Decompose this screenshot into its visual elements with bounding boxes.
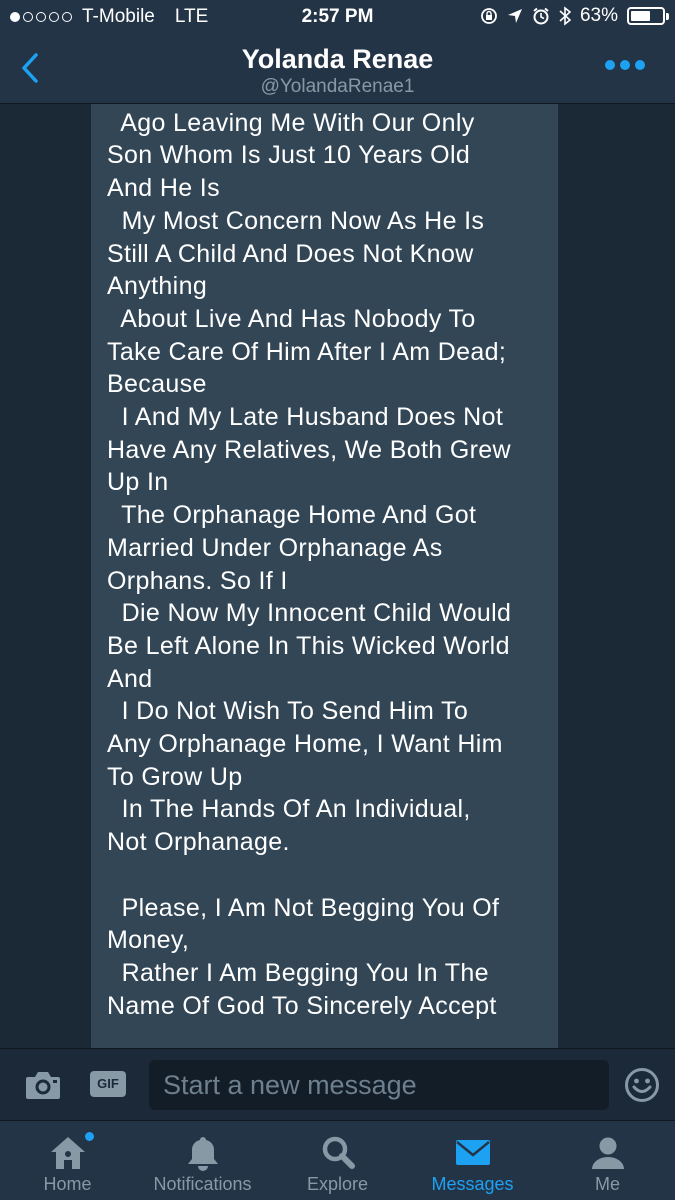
home-icon [50, 1137, 85, 1169]
tab-messages-label: Messages [431, 1174, 514, 1194]
message-text: Few Years Ago Leaving Me With Our Only S… [107, 108, 512, 1020]
person-icon [591, 1137, 624, 1169]
message-composer: GIF [0, 1048, 675, 1120]
bell-icon [187, 1137, 218, 1171]
search-icon [322, 1136, 355, 1169]
camera-icon[interactable] [24, 1068, 62, 1102]
conversation-title: Yolanda Renae [241, 44, 434, 74]
tab-home[interactable]: Home [0, 1121, 135, 1200]
envelope-icon [455, 1140, 490, 1165]
tab-notifications[interactable]: Notifications [135, 1121, 270, 1200]
tab-me[interactable]: Me [540, 1121, 675, 1200]
tab-explore-label: Explore [306, 1174, 369, 1194]
alarm-clock-icon [533, 7, 549, 25]
status-right: 63% [480, 5, 669, 27]
tab-explore[interactable]: Explore [270, 1121, 405, 1200]
emoji-icon[interactable] [624, 1067, 660, 1103]
tab-home-label: Home [43, 1174, 92, 1194]
tab-bar: Home Notifications Explore Messages Me [0, 1120, 675, 1200]
more-options-icon[interactable] [605, 60, 645, 70]
battery-icon [627, 7, 669, 25]
battery-percent: 63% [579, 5, 618, 26]
rotation-lock-icon [481, 8, 497, 24]
message-input[interactable] [149, 1060, 609, 1110]
conversation-handle: @YolandaRenae1 [260, 76, 415, 97]
home-badge-dot [84, 1131, 95, 1142]
tab-messages[interactable]: Messages [405, 1121, 540, 1200]
message-bubble[interactable]: Few Years Ago Leaving Me With Our Only S… [91, 104, 558, 1048]
gif-button[interactable]: GIF [90, 1071, 126, 1097]
location-arrow-icon [507, 9, 522, 23]
status-bar: T-Mobile LTE 2:57 PM 63% [0, 0, 675, 36]
conversation-area[interactable]: Few Years Ago Leaving Me With Our Only S… [0, 104, 675, 1048]
bluetooth-icon [559, 6, 571, 26]
header: T-Mobile LTE 2:57 PM 63% Yolanda Renae @… [0, 0, 675, 104]
tab-me-label: Me [594, 1174, 620, 1194]
tab-notifications-label: Notifications [153, 1174, 252, 1194]
